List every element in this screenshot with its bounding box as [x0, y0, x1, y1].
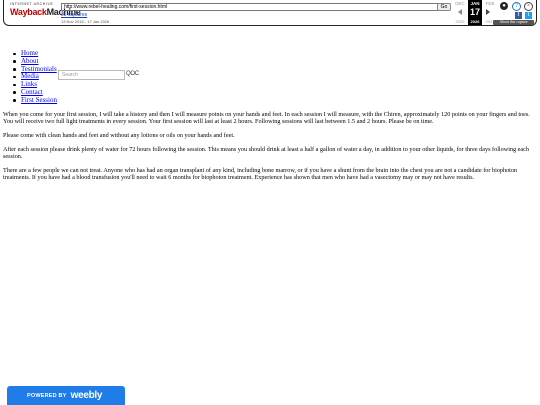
captures-link[interactable]: 35 captures: [61, 12, 87, 18]
close-icon[interactable]: ×: [524, 2, 533, 11]
weebly-logo: weebly: [70, 390, 103, 401]
about-capture-button[interactable]: About this capture: [493, 20, 534, 25]
capture-day: 17: [469, 7, 480, 17]
logo-way-text: Wayback: [10, 7, 47, 17]
nav-item-first-session: First Session: [13, 96, 57, 105]
nav-link-testimonials[interactable]: Testimonials: [21, 65, 57, 73]
powered-by-weebly-badge[interactable]: POWERED BY weebly: [7, 386, 125, 405]
main-content: When you come for your first session, I …: [3, 111, 537, 188]
help-icon[interactable]: ?: [512, 2, 521, 11]
capture-date-range: 13 Nov 2016 - 17 Jan 2026: [61, 19, 110, 24]
paragraph: There are a few people we can not treat.…: [3, 167, 518, 181]
paragraph: Please come with clean hands and feet an…: [3, 132, 235, 139]
capture-calendar: DEC 2025 JAN 2026 FEB 2027 17: [453, 0, 497, 25]
nav-link-home[interactable]: Home: [21, 49, 38, 57]
url-input[interactable]: http://www.rebel-healing.com/first-sessi…: [61, 3, 440, 11]
facebook-icon[interactable]: f: [515, 12, 522, 19]
nav-link-media[interactable]: Media: [21, 72, 39, 80]
wayback-toolbar: INTERNET ARCHIVE WaybackMachine http://w…: [3, 0, 537, 26]
toolbar-icons: ● ? ×: [498, 2, 534, 12]
nav-link-first-session[interactable]: First Session: [21, 96, 57, 104]
powered-by-text: POWERED BY: [27, 392, 67, 399]
user-icon[interactable]: ●: [500, 2, 508, 10]
search-icon[interactable]: QOC: [126, 70, 139, 78]
wayback-logo[interactable]: INTERNET ARCHIVE WaybackMachine: [10, 2, 81, 17]
nav-link-links[interactable]: Links: [21, 80, 37, 88]
site-nav: Home About Testimonials Media Links Cont…: [13, 49, 57, 105]
next-capture-arrow-icon[interactable]: [486, 9, 490, 15]
twitter-icon[interactable]: t: [525, 12, 532, 19]
nav-link-about[interactable]: About: [21, 57, 39, 65]
prev-capture-arrow-icon[interactable]: [458, 9, 462, 15]
paragraph: After each session please drink plenty o…: [3, 146, 529, 160]
search-input[interactable]: Search: [58, 70, 125, 80]
paragraph: When you come for your first session, I …: [3, 111, 530, 125]
go-button[interactable]: Go: [437, 3, 451, 11]
nav-link-contact[interactable]: Contact: [21, 88, 43, 96]
